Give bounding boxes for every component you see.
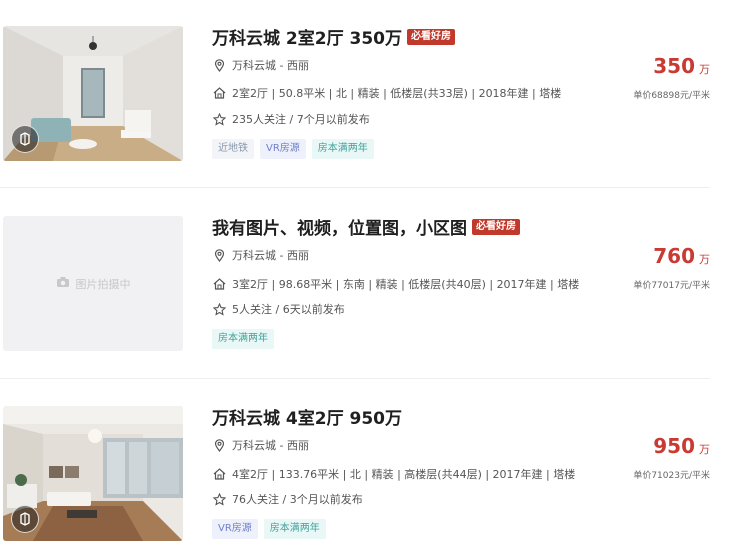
total-price-value: 350 [653,54,695,78]
details-text: 3室2厅 | 98.68平米 | 东南 | 精装 | 低楼层(共40层) | 2… [232,278,580,291]
followers-row: 5人关注 / 6天以前发布 [212,301,345,317]
listing-title[interactable]: 万科云城 4室2厅 950万 [212,404,402,429]
camera-icon [56,276,70,291]
listing-title-text[interactable]: 我有图片、视频，位置图，小区图 [212,214,467,239]
total-price-unit: 万 [699,63,710,76]
listing-card[interactable]: 图片拍摄中 我有图片、视频，位置图，小区图 必看好房 万科云城 - 西丽 3室2… [0,190,740,370]
location-row: 万科云城 - 西丽 [212,437,309,453]
total-price: 950 万 [653,434,710,458]
star-icon [212,302,226,316]
tag-deed-two-years: 房本满两年 [311,139,374,159]
vr-badge-icon[interactable] [11,125,39,153]
details-text: 2室2厅 | 50.8平米 | 北 | 精装 | 低楼层(共33层) | 201… [232,87,562,100]
house-icon [212,277,226,291]
details-text: 4室2厅 | 133.76平米 | 北 | 精装 | 高楼层(共44层) | 2… [232,468,576,481]
followers-row: 76人关注 / 3个月以前发布 [212,491,363,507]
unit-price: 单价68898元/平米 [633,91,710,101]
listing-title[interactable]: 我有图片、视频，位置图，小区图 必看好房 [212,214,520,239]
map-pin-icon [212,438,226,452]
listing-photo-placeholder[interactable]: 图片拍摄中 [3,216,183,351]
listing-photo[interactable] [3,406,183,541]
must-see-badge: 必看好房 [472,218,520,235]
details-row: 3室2厅 | 98.68平米 | 东南 | 精装 | 低楼层(共40层) | 2… [212,276,579,292]
total-price-unit: 万 [699,253,710,266]
tag-vr: VR房源 [260,139,306,159]
details-row: 2室2厅 | 50.8平米 | 北 | 精装 | 低楼层(共33层) | 201… [212,85,561,101]
star-icon [212,492,226,506]
listing-photo[interactable] [3,26,183,161]
tag-list: 房本满两年 [212,329,274,349]
location-text[interactable]: 万科云城 - 西丽 [232,437,309,453]
tag-deed-two-years: 房本满两年 [212,329,274,349]
unit-price: 单价77017元/平米 [633,281,710,291]
divider [0,378,710,379]
tag-list: VR房源 房本满两年 [212,519,326,539]
total-price: 760 万 [653,244,710,268]
map-pin-icon [212,248,226,262]
listing-title-text[interactable]: 万科云城 4室2厅 950万 [212,404,402,429]
unit-price: 单价71023元/平米 [633,471,710,481]
total-price: 350 万 [653,54,710,78]
followers-text: 76人关注 / 3个月以前发布 [232,493,363,506]
location-text[interactable]: 万科云城 - 西丽 [232,247,309,263]
tag-near-subway: 近地铁 [212,139,254,159]
listing-title-text[interactable]: 万科云城 2室2厅 350万 [212,24,402,49]
followers-text: 5人关注 / 6天以前发布 [232,303,345,316]
tag-vr: VR房源 [212,519,258,539]
house-icon [212,86,226,100]
listing-title[interactable]: 万科云城 2室2厅 350万 必看好房 [212,24,455,49]
followers-row: 235人关注 / 7个月以前发布 [212,111,370,127]
map-pin-icon [212,58,226,72]
divider [0,187,710,188]
location-row: 万科云城 - 西丽 [212,247,309,263]
tag-deed-two-years: 房本满两年 [263,519,326,539]
must-see-badge: 必看好房 [406,28,455,45]
photo-placeholder-text: 图片拍摄中 [75,277,131,291]
followers-text: 235人关注 / 7个月以前发布 [232,113,370,126]
location-text[interactable]: 万科云城 - 西丽 [232,57,309,73]
details-row: 4室2厅 | 133.76平米 | 北 | 精装 | 高楼层(共44层) | 2… [212,466,575,482]
vr-badge-icon[interactable] [11,505,39,533]
tag-list: 近地铁 VR房源 房本满两年 [212,139,374,159]
star-icon [212,112,226,126]
total-price-value: 760 [653,244,695,268]
location-row: 万科云城 - 西丽 [212,57,309,73]
total-price-value: 950 [653,434,695,458]
listing-card[interactable]: 万科云城 2室2厅 350万 必看好房 万科云城 - 西丽 2室2厅 | 50.… [0,0,740,180]
total-price-unit: 万 [699,443,710,456]
listing-card[interactable]: 万科云城 4室2厅 950万 万科云城 - 西丽 4室2厅 | 133.76平米… [0,380,740,560]
house-icon [212,467,226,481]
